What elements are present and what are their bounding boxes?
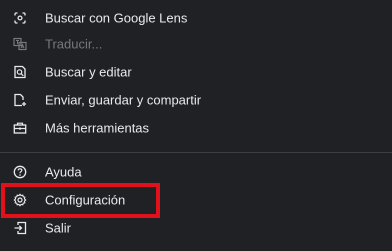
menu-item-label: Enviar, guardar y compartir: [45, 92, 202, 108]
share-save-icon: [13, 93, 27, 107]
menu-item-google-lens[interactable]: Buscar con Google Lens: [0, 4, 392, 32]
menu-item-exit[interactable]: Salir: [0, 214, 392, 242]
google-lens-icon: [13, 11, 27, 25]
menu-item-label: Buscar con Google Lens: [45, 10, 188, 26]
translate-icon: [13, 37, 27, 51]
toolbox-icon: [13, 121, 27, 135]
menu-item-more-tools[interactable]: Más herramientas: [0, 114, 392, 142]
menu-item-help[interactable]: Ayuda: [0, 158, 392, 186]
menu-item-settings[interactable]: Configuración: [0, 186, 392, 214]
menu-divider: [0, 152, 392, 153]
menu-item-label: Traducir...: [45, 36, 103, 52]
menu-item-label: Buscar y editar: [45, 64, 132, 80]
menu-item-label: Ayuda: [45, 164, 82, 180]
menu-item-label: Más herramientas: [45, 120, 150, 136]
menu-item-label: Salir: [45, 220, 72, 236]
gear-icon: [13, 193, 27, 207]
search-edit-icon: [13, 65, 27, 79]
menu-item-label: Configuración: [45, 192, 126, 208]
menu-item-search-edit[interactable]: Buscar y editar: [0, 58, 392, 86]
menu-item-translate: Traducir...: [0, 30, 392, 58]
context-menu: Buscar con Google Lens Traducir... Busca…: [0, 0, 392, 251]
menu-item-send-save-share[interactable]: Enviar, guardar y compartir: [0, 86, 392, 114]
help-icon: [13, 165, 27, 179]
exit-icon: [13, 221, 27, 235]
